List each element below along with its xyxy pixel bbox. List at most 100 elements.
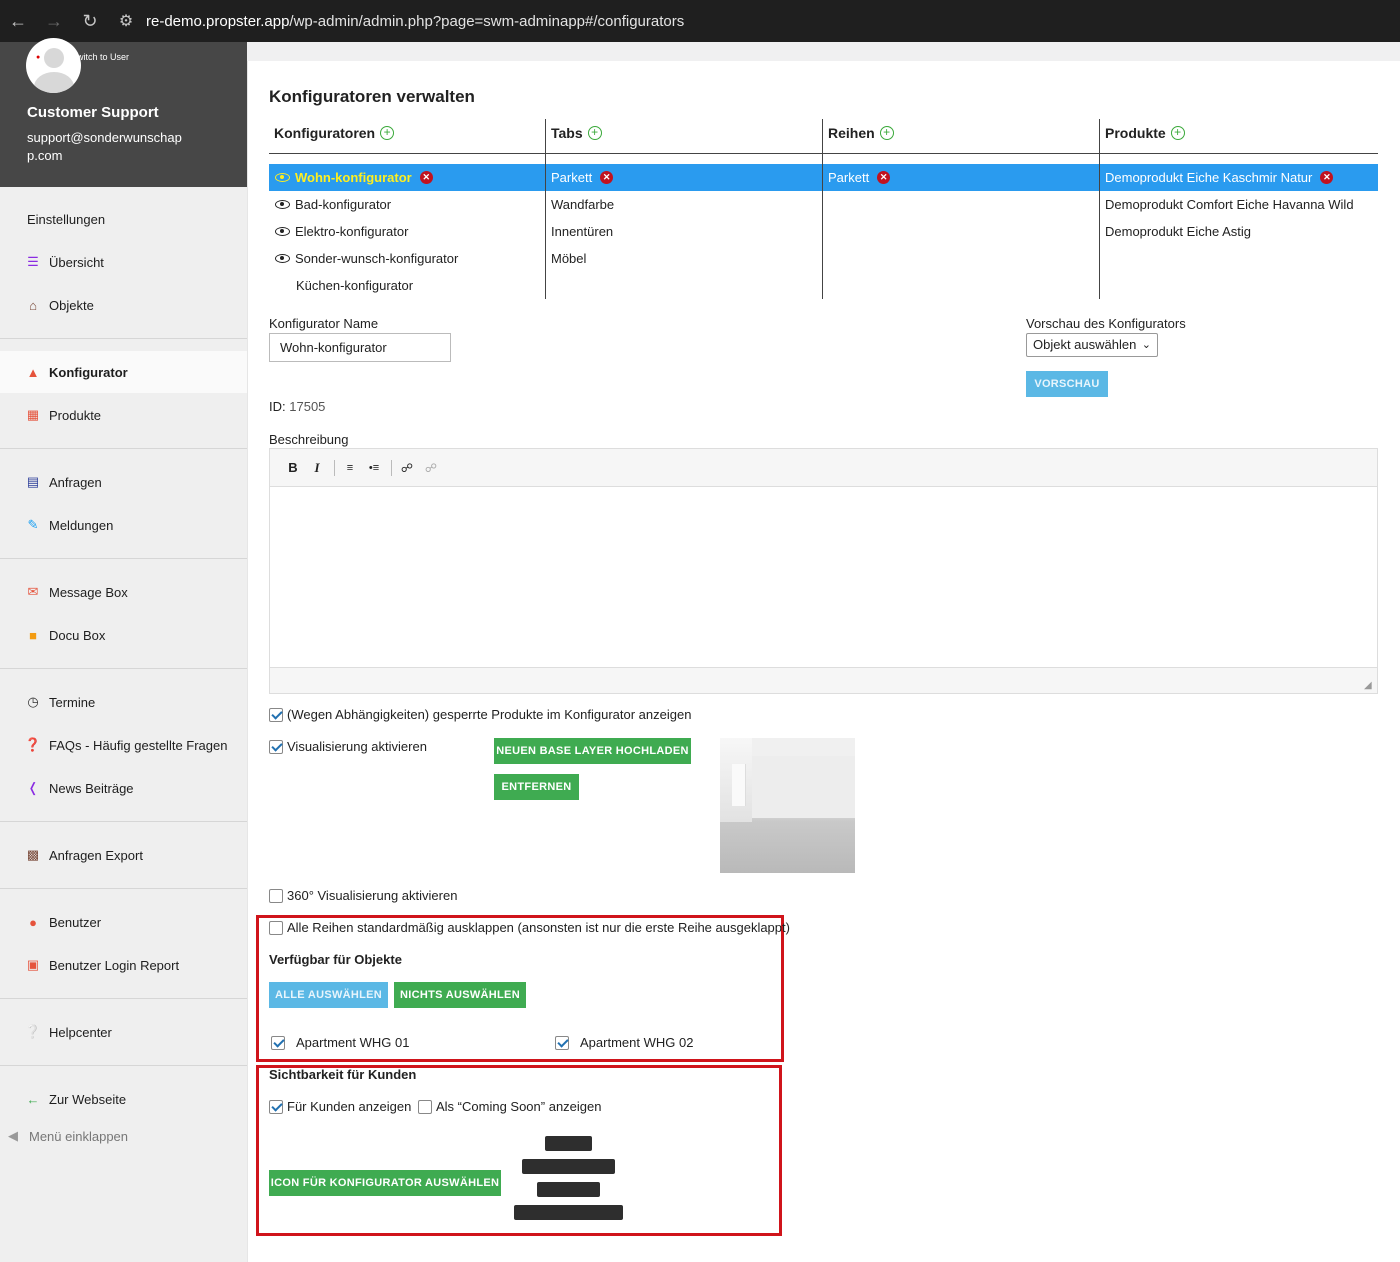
add-product-icon[interactable]: + [1170, 126, 1185, 140]
tab-item[interactable]: Möbel [551, 245, 586, 272]
checkbox-label: Als “Coming Soon” anzeigen [436, 1099, 602, 1114]
sidebar-item-benutzer-login-report[interactable]: ▣ Benutzer Login Report [0, 944, 247, 986]
configurator-item[interactable]: Küchen-konfigurator [296, 272, 413, 299]
sidebar-item-zur-webseite[interactable]: ← Zur Webseite [0, 1078, 247, 1120]
checkbox[interactable] [269, 707, 283, 722]
forward-icon[interactable]: → [36, 3, 72, 39]
object-checkbox-row[interactable]: Apartment WHG 02 [555, 1035, 693, 1050]
checkbox[interactable] [269, 920, 283, 935]
bullet-list-icon[interactable]: •≡ [363, 457, 385, 479]
sidebar-item-label: Termine [49, 694, 96, 710]
product-item[interactable]: Demoprodukt Eiche Astig [1105, 218, 1251, 245]
eye-icon[interactable] [275, 227, 290, 236]
url-host: re-demo.propster.app [146, 12, 290, 30]
help-circle-icon: ❔ [24, 1024, 42, 1039]
visualisation-checkbox-row[interactable]: Visualisierung aktivieren [269, 739, 427, 754]
italic-icon[interactable]: I [306, 457, 328, 479]
avatar[interactable] [26, 38, 81, 93]
id-label: ID: [269, 399, 286, 414]
sidebar-collapse[interactable]: ◀ Menü einklappen [0, 1115, 247, 1157]
sidebar-item-docu-box[interactable]: ■ Docu Box [0, 614, 247, 656]
sidebar-item-label: Übersicht [49, 254, 104, 270]
configurator-label: Sonder-wunsch-konfigurator [295, 251, 459, 266]
chevron-down-icon: ⌄ [1141, 339, 1151, 351]
360-checkbox-row[interactable]: 360° Visualisierung aktivieren [269, 888, 457, 903]
delete-icon[interactable]: ✕ [1320, 171, 1334, 184]
select-all-button[interactable]: ALLE AUSWÄHLEN [269, 982, 388, 1008]
sidebar-item-termine[interactable]: ◷ Termine [0, 681, 247, 723]
reload-icon[interactable]: ↻ [72, 3, 108, 39]
sidebar-item-uebersicht[interactable]: ☰ Übersicht [0, 241, 247, 283]
sidebar-item-einstellungen[interactable]: Einstellungen [0, 198, 247, 240]
sidebar-item-konfigurator[interactable]: ▲ Konfigurator [0, 351, 247, 393]
sidebar-item-produkte[interactable]: ▦ Produkte [0, 394, 247, 436]
eye-icon[interactable] [275, 173, 290, 182]
select-icon-button[interactable]: ICON FÜR KONFIGURATOR AUSWÄHLEN [269, 1170, 501, 1196]
description-editor[interactable]: B I ≡ •≡ ☍ ☍ ◢ [269, 448, 1378, 694]
upload-base-layer-button[interactable]: NEUEN BASE LAYER HOCHLADEN [494, 738, 691, 764]
configurator-item[interactable]: Bad-konfigurator [275, 191, 391, 218]
sidebar-item-anfragen-export[interactable]: ▩ Anfragen Export [0, 834, 247, 876]
site-settings-icon[interactable]: ⚙ [114, 9, 138, 33]
object-select[interactable]: Objekt auswählen ⌄ [1026, 333, 1158, 357]
configurator-item[interactable]: Wohn-konfigurator ✕ [275, 164, 433, 191]
back-icon[interactable]: ← [0, 3, 36, 39]
column-header-tabs: Tabs + [551, 125, 602, 141]
sidebar: ● Switch to User Customer Support suppor… [0, 38, 247, 1262]
eye-icon[interactable] [275, 254, 290, 263]
checkbox[interactable] [555, 1035, 569, 1050]
sidebar-item-helpcenter[interactable]: ❔ Helpcenter [0, 1011, 247, 1053]
product-item[interactable]: Demoprodukt Comfort Eiche Havanna Wild [1105, 191, 1354, 218]
sidebar-item-benutzer[interactable]: ● Benutzer [0, 901, 247, 943]
add-row-icon[interactable]: + [879, 126, 894, 140]
tab-item[interactable]: Innentüren [551, 218, 613, 245]
tab-item[interactable]: Parkett ✕ [551, 164, 614, 191]
configurator-name-input[interactable]: Wohn-konfigurator [269, 333, 451, 362]
preview-button[interactable]: VORSCHAU [1026, 371, 1108, 397]
unlink-icon[interactable]: ☍ [420, 457, 442, 479]
remove-button[interactable]: ENTFERNEN [494, 774, 579, 800]
column-header-reihen: Reihen + [828, 125, 894, 141]
configurator-item[interactable]: Sonder-wunsch-konfigurator [275, 245, 458, 272]
switch-to-user-link[interactable]: Switch to User [71, 52, 129, 62]
delete-icon[interactable]: ✕ [419, 171, 433, 184]
expand-rows-checkbox-row[interactable]: Alle Reihen standardmäßig ausklappen (an… [269, 920, 790, 935]
add-tab-icon[interactable]: + [587, 126, 602, 140]
sidebar-item-objekte[interactable]: ⌂ Objekte [0, 284, 247, 326]
product-item[interactable]: Demoprodukt Eiche Kaschmir Natur ✕ [1105, 164, 1334, 191]
address-bar[interactable]: re-demo.propster.app/wp-admin/admin.php?… [146, 13, 684, 30]
ordered-list-icon[interactable]: ≡ [339, 457, 361, 479]
row-item[interactable]: Parkett ✕ [828, 164, 891, 191]
eye-icon[interactable] [275, 200, 290, 209]
checkbox[interactable] [269, 739, 283, 754]
sidebar-item-anfragen[interactable]: ▤ Anfragen [0, 461, 247, 503]
select-none-button[interactable]: NICHTS AUSWÄHLEN [394, 982, 526, 1008]
checkbox[interactable] [269, 1099, 283, 1114]
locked-products-checkbox-row[interactable]: (Wegen Abhängigkeiten) gesperrte Produkt… [269, 707, 691, 722]
checkbox[interactable] [418, 1099, 432, 1114]
configurator-table: Konfiguratoren + Tabs + Reihen + Produkte + … [269, 119, 1378, 299]
sidebar-item-message-box[interactable]: ✉ Message Box [0, 571, 247, 613]
tab-item[interactable]: Wandfarbe [551, 191, 614, 218]
editor-statusbar: ◢ [270, 667, 1377, 693]
sidebar-divider [0, 998, 247, 999]
delete-icon[interactable]: ✕ [600, 171, 614, 184]
sidebar-item-faqs[interactable]: ❓ FAQs - Häufig gestellte Fragen [0, 724, 247, 766]
resize-grip-icon[interactable]: ◢ [1364, 680, 1374, 691]
delete-icon[interactable]: ✕ [877, 171, 891, 184]
checkbox[interactable] [269, 888, 283, 903]
sidebar-item-news[interactable]: ❬ News Beiträge [0, 767, 247, 809]
column-divider [1099, 119, 1100, 299]
house-icon: ⌂ [29, 297, 37, 313]
checkbox[interactable] [271, 1035, 285, 1050]
page-title: Konfiguratoren verwalten [269, 87, 475, 106]
object-checkbox-row[interactable]: Apartment WHG 01 [271, 1035, 409, 1050]
sidebar-item-meldungen[interactable]: ✎ Meldungen [0, 504, 247, 546]
link-icon[interactable]: ☍ [396, 457, 418, 479]
coming-soon-checkbox-row[interactable]: Als “Coming Soon” anzeigen [418, 1099, 601, 1114]
bold-icon[interactable]: B [282, 457, 304, 479]
show-customers-checkbox-row[interactable]: Für Kunden anzeigen [269, 1099, 411, 1114]
add-configurator-icon[interactable]: + [380, 126, 395, 140]
preview-label: Vorschau des Konfigurators [1026, 316, 1186, 331]
configurator-item[interactable]: Elektro-konfigurator [275, 218, 408, 245]
